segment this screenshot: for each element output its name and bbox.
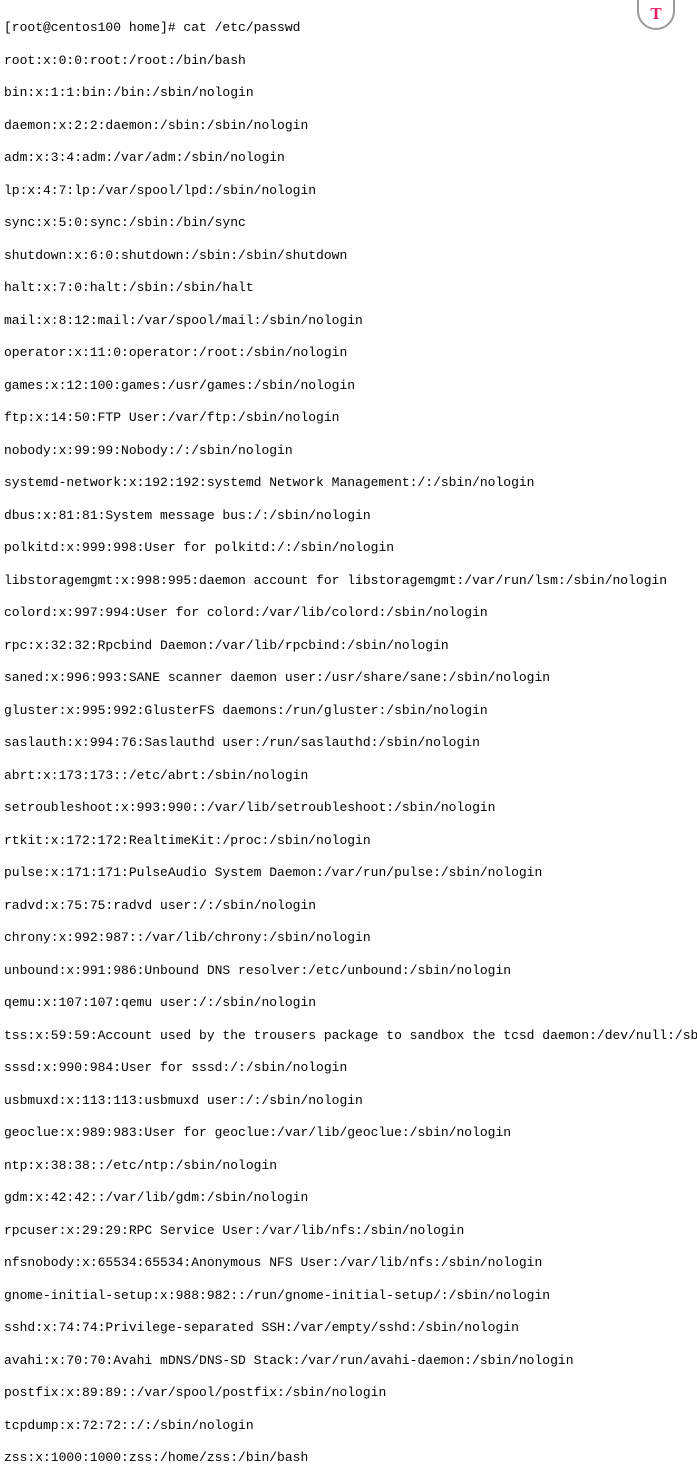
output-line: colord:x:997:994:User for colord:/var/li… [4,605,693,621]
output-line: radvd:x:75:75:radvd user:/:/sbin/nologin [4,898,693,914]
output-line: sync:x:5:0:sync:/sbin:/bin/sync [4,215,693,231]
output-line: mail:x:8:12:mail:/var/spool/mail:/sbin/n… [4,313,693,329]
output-line: rtkit:x:172:172:RealtimeKit:/proc:/sbin/… [4,833,693,849]
output-line: chrony:x:992:987::/var/lib/chrony:/sbin/… [4,930,693,946]
output-line: root:x:0:0:root:/root:/bin/bash [4,53,693,69]
output-line: daemon:x:2:2:daemon:/sbin:/sbin/nologin [4,118,693,134]
prompt-command-line: [root@centos100 home]# cat /etc/passwd [4,20,693,36]
output-line: zss:x:1000:1000:zss:/home/zss:/bin/bash [4,1450,693,1466]
output-line: geoclue:x:989:983:User for geoclue:/var/… [4,1125,693,1141]
output-line: rpc:x:32:32:Rpcbind Daemon:/var/lib/rpcb… [4,638,693,654]
output-line: postfix:x:89:89::/var/spool/postfix:/sbi… [4,1385,693,1401]
output-line: polkitd:x:999:998:User for polkitd:/:/sb… [4,540,693,556]
output-line: bin:x:1:1:bin:/bin:/sbin/nologin [4,85,693,101]
output-line: usbmuxd:x:113:113:usbmuxd user:/:/sbin/n… [4,1093,693,1109]
output-line: adm:x:3:4:adm:/var/adm:/sbin/nologin [4,150,693,166]
output-line: www:x:1001:1001::/home/www:/sbin/nologin [4,1483,693,1484]
output-line: games:x:12:100:games:/usr/games:/sbin/no… [4,378,693,394]
output-line: saned:x:996:993:SANE scanner daemon user… [4,670,693,686]
output-line: lp:x:4:7:lp:/var/spool/lpd:/sbin/nologin [4,183,693,199]
badge-text: T [650,3,661,24]
output-line: libstoragemgmt:x:998:995:daemon account … [4,573,693,589]
output-line: systemd-network:x:192:192:systemd Networ… [4,475,693,491]
output-line: abrt:x:173:173::/etc/abrt:/sbin/nologin [4,768,693,784]
output-line: sssd:x:990:984:User for sssd:/:/sbin/nol… [4,1060,693,1076]
output-line: sshd:x:74:74:Privilege-separated SSH:/va… [4,1320,693,1336]
output-line: tcpdump:x:72:72::/:/sbin/nologin [4,1418,693,1434]
output-line: rpcuser:x:29:29:RPC Service User:/var/li… [4,1223,693,1239]
output-line: avahi:x:70:70:Avahi mDNS/DNS-SD Stack:/v… [4,1353,693,1369]
output-line: dbus:x:81:81:System message bus:/:/sbin/… [4,508,693,524]
output-line: operator:x:11:0:operator:/root:/sbin/nol… [4,345,693,361]
output-line: gnome-initial-setup:x:988:982::/run/gnom… [4,1288,693,1304]
output-line: tss:x:59:59:Account used by the trousers… [4,1028,693,1044]
output-line: halt:x:7:0:halt:/sbin:/sbin/halt [4,280,693,296]
output-line: setroubleshoot:x:993:990::/var/lib/setro… [4,800,693,816]
output-line: saslauth:x:994:76:Saslauthd user:/run/sa… [4,735,693,751]
output-line: pulse:x:171:171:PulseAudio System Daemon… [4,865,693,881]
output-line: shutdown:x:6:0:shutdown:/sbin:/sbin/shut… [4,248,693,264]
output-line: unbound:x:991:986:Unbound DNS resolver:/… [4,963,693,979]
output-line: nfsnobody:x:65534:65534:Anonymous NFS Us… [4,1255,693,1271]
output-line: qemu:x:107:107:qemu user:/:/sbin/nologin [4,995,693,1011]
output-line: nobody:x:99:99:Nobody:/:/sbin/nologin [4,443,693,459]
output-line: ftp:x:14:50:FTP User:/var/ftp:/sbin/nolo… [4,410,693,426]
output-line: gdm:x:42:42::/var/lib/gdm:/sbin/nologin [4,1190,693,1206]
terminal-output: [root@centos100 home]# cat /etc/passwd r… [4,4,693,1484]
output-line: ntp:x:38:38::/etc/ntp:/sbin/nologin [4,1158,693,1174]
output-line: gluster:x:995:992:GlusterFS daemons:/run… [4,703,693,719]
